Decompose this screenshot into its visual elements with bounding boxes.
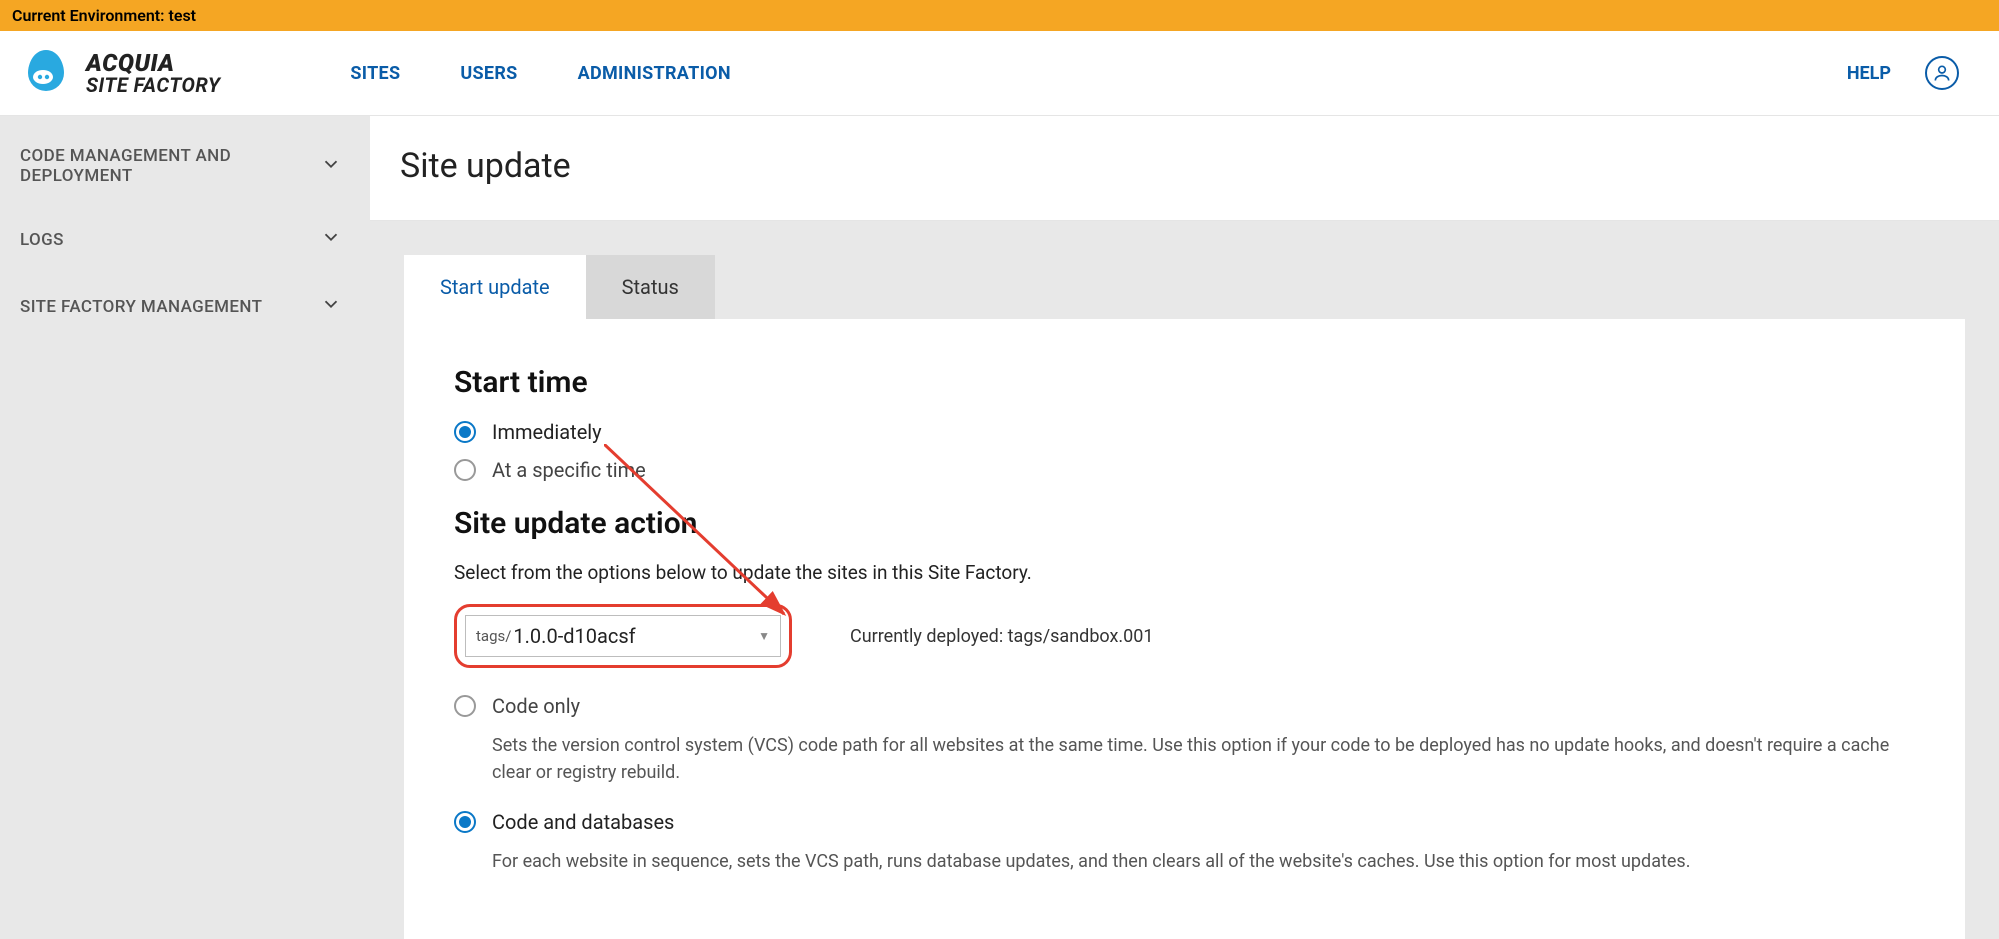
- tab-start-update[interactable]: Start update: [404, 255, 586, 319]
- code-only-desc: Sets the version control system (VCS) co…: [492, 732, 1915, 786]
- radio-label: Code and databases: [492, 810, 674, 834]
- page-header: Site update: [370, 116, 1999, 221]
- sidebar-item-code-management[interactable]: CODE MANAGEMENT AND DEPLOYMENT: [0, 126, 370, 206]
- nav-users[interactable]: USERS: [460, 63, 517, 84]
- acquia-logo-icon: [20, 47, 72, 99]
- sidebar-item-logs[interactable]: LOGS: [0, 206, 370, 273]
- account-icon[interactable]: [1925, 56, 1959, 90]
- code-db-desc: For each website in sequence, sets the V…: [492, 848, 1915, 875]
- brand: ACQUIA SITE FACTORY: [0, 47, 240, 99]
- chevron-down-icon: [320, 153, 342, 180]
- radio-immediately[interactable]: Immediately: [454, 420, 1915, 444]
- environment-banner: Current Environment: test: [0, 0, 1999, 31]
- sidebar-item-label: SITE FACTORY MANAGEMENT: [20, 297, 262, 317]
- sidebar-item-label: LOGS: [20, 230, 64, 250]
- action-lead: Select from the options below to update …: [454, 561, 1915, 584]
- action-heading: Site update action: [454, 506, 1915, 541]
- tabs: Start update Status: [404, 255, 1999, 319]
- nav-administration[interactable]: ADMINISTRATION: [578, 63, 731, 84]
- radio-code-db-input[interactable]: [454, 811, 476, 833]
- tag-prefix: tags/: [476, 627, 511, 645]
- radio-label: At a specific time: [492, 458, 646, 482]
- currently-deployed: Currently deployed: tags/sandbox.001: [850, 626, 1154, 647]
- topbar-right: HELP: [1847, 56, 1999, 90]
- main-content: Site update Start update Status Start ti…: [370, 116, 1999, 939]
- radio-code-only[interactable]: Code only: [454, 694, 1915, 718]
- tag-value: 1.0.0-d10acsf: [513, 624, 635, 648]
- radio-code-db[interactable]: Code and databases: [454, 810, 1915, 834]
- page-title: Site update: [400, 146, 1969, 186]
- topbar: ACQUIA SITE FACTORY SITES USERS ADMINIST…: [0, 31, 1999, 116]
- tag-select-highlight: tags/ 1.0.0-d10acsf ▼: [454, 604, 792, 668]
- main-nav: SITES USERS ADMINISTRATION: [350, 63, 730, 84]
- nav-help[interactable]: HELP: [1847, 63, 1891, 84]
- tag-select[interactable]: tags/ 1.0.0-d10acsf ▼: [465, 615, 781, 657]
- sidebar-item-label: CODE MANAGEMENT AND DEPLOYMENT: [20, 146, 320, 186]
- chevron-down-icon: [320, 293, 342, 320]
- chevron-down-icon: [320, 226, 342, 253]
- radio-label: Immediately: [492, 420, 602, 444]
- sidebar-item-site-factory-management[interactable]: SITE FACTORY MANAGEMENT: [0, 273, 370, 340]
- form-panel: Start time Immediately At a specific tim…: [404, 319, 1965, 939]
- caret-down-icon: ▼: [758, 629, 770, 643]
- radio-label: Code only: [492, 694, 580, 718]
- nav-sites[interactable]: SITES: [350, 63, 400, 84]
- sidebar: CODE MANAGEMENT AND DEPLOYMENT LOGS SITE…: [0, 116, 370, 939]
- radio-immediately-input[interactable]: [454, 421, 476, 443]
- brand-line1: ACQUIA: [86, 51, 220, 75]
- radio-specific-time-input[interactable]: [454, 459, 476, 481]
- brand-text: ACQUIA SITE FACTORY: [86, 51, 220, 95]
- tab-status[interactable]: Status: [586, 255, 715, 319]
- select-row: tags/ 1.0.0-d10acsf ▼ Currently deployed…: [454, 604, 1915, 668]
- radio-code-only-input[interactable]: [454, 695, 476, 717]
- brand-line2: SITE FACTORY: [86, 75, 220, 95]
- start-time-heading: Start time: [454, 365, 1915, 400]
- radio-specific-time[interactable]: At a specific time: [454, 458, 1915, 482]
